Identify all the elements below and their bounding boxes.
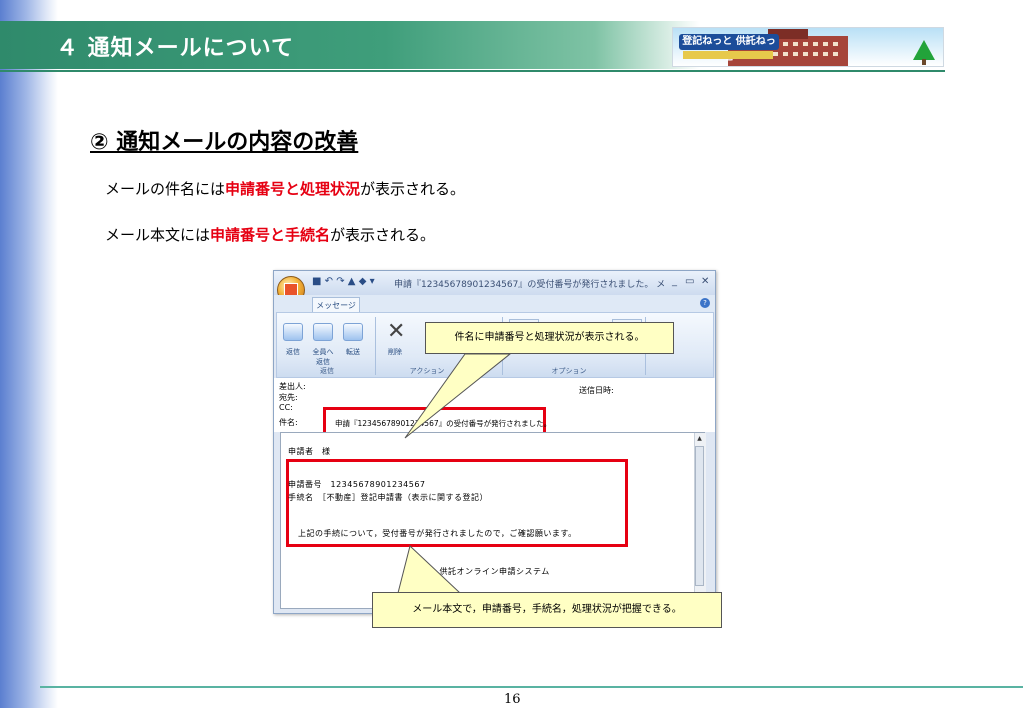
callout-body: メール本文で，申請番号，手続名，処理状況が把握できる。 <box>372 592 722 628</box>
callout-pointer-subject <box>404 353 512 439</box>
callout-subject: 件名に申請番号と処理状況が表示される。 <box>425 322 674 354</box>
callout-pointer-body <box>397 545 462 594</box>
page-number: 16 <box>504 692 521 707</box>
footer-divider <box>40 686 1023 688</box>
